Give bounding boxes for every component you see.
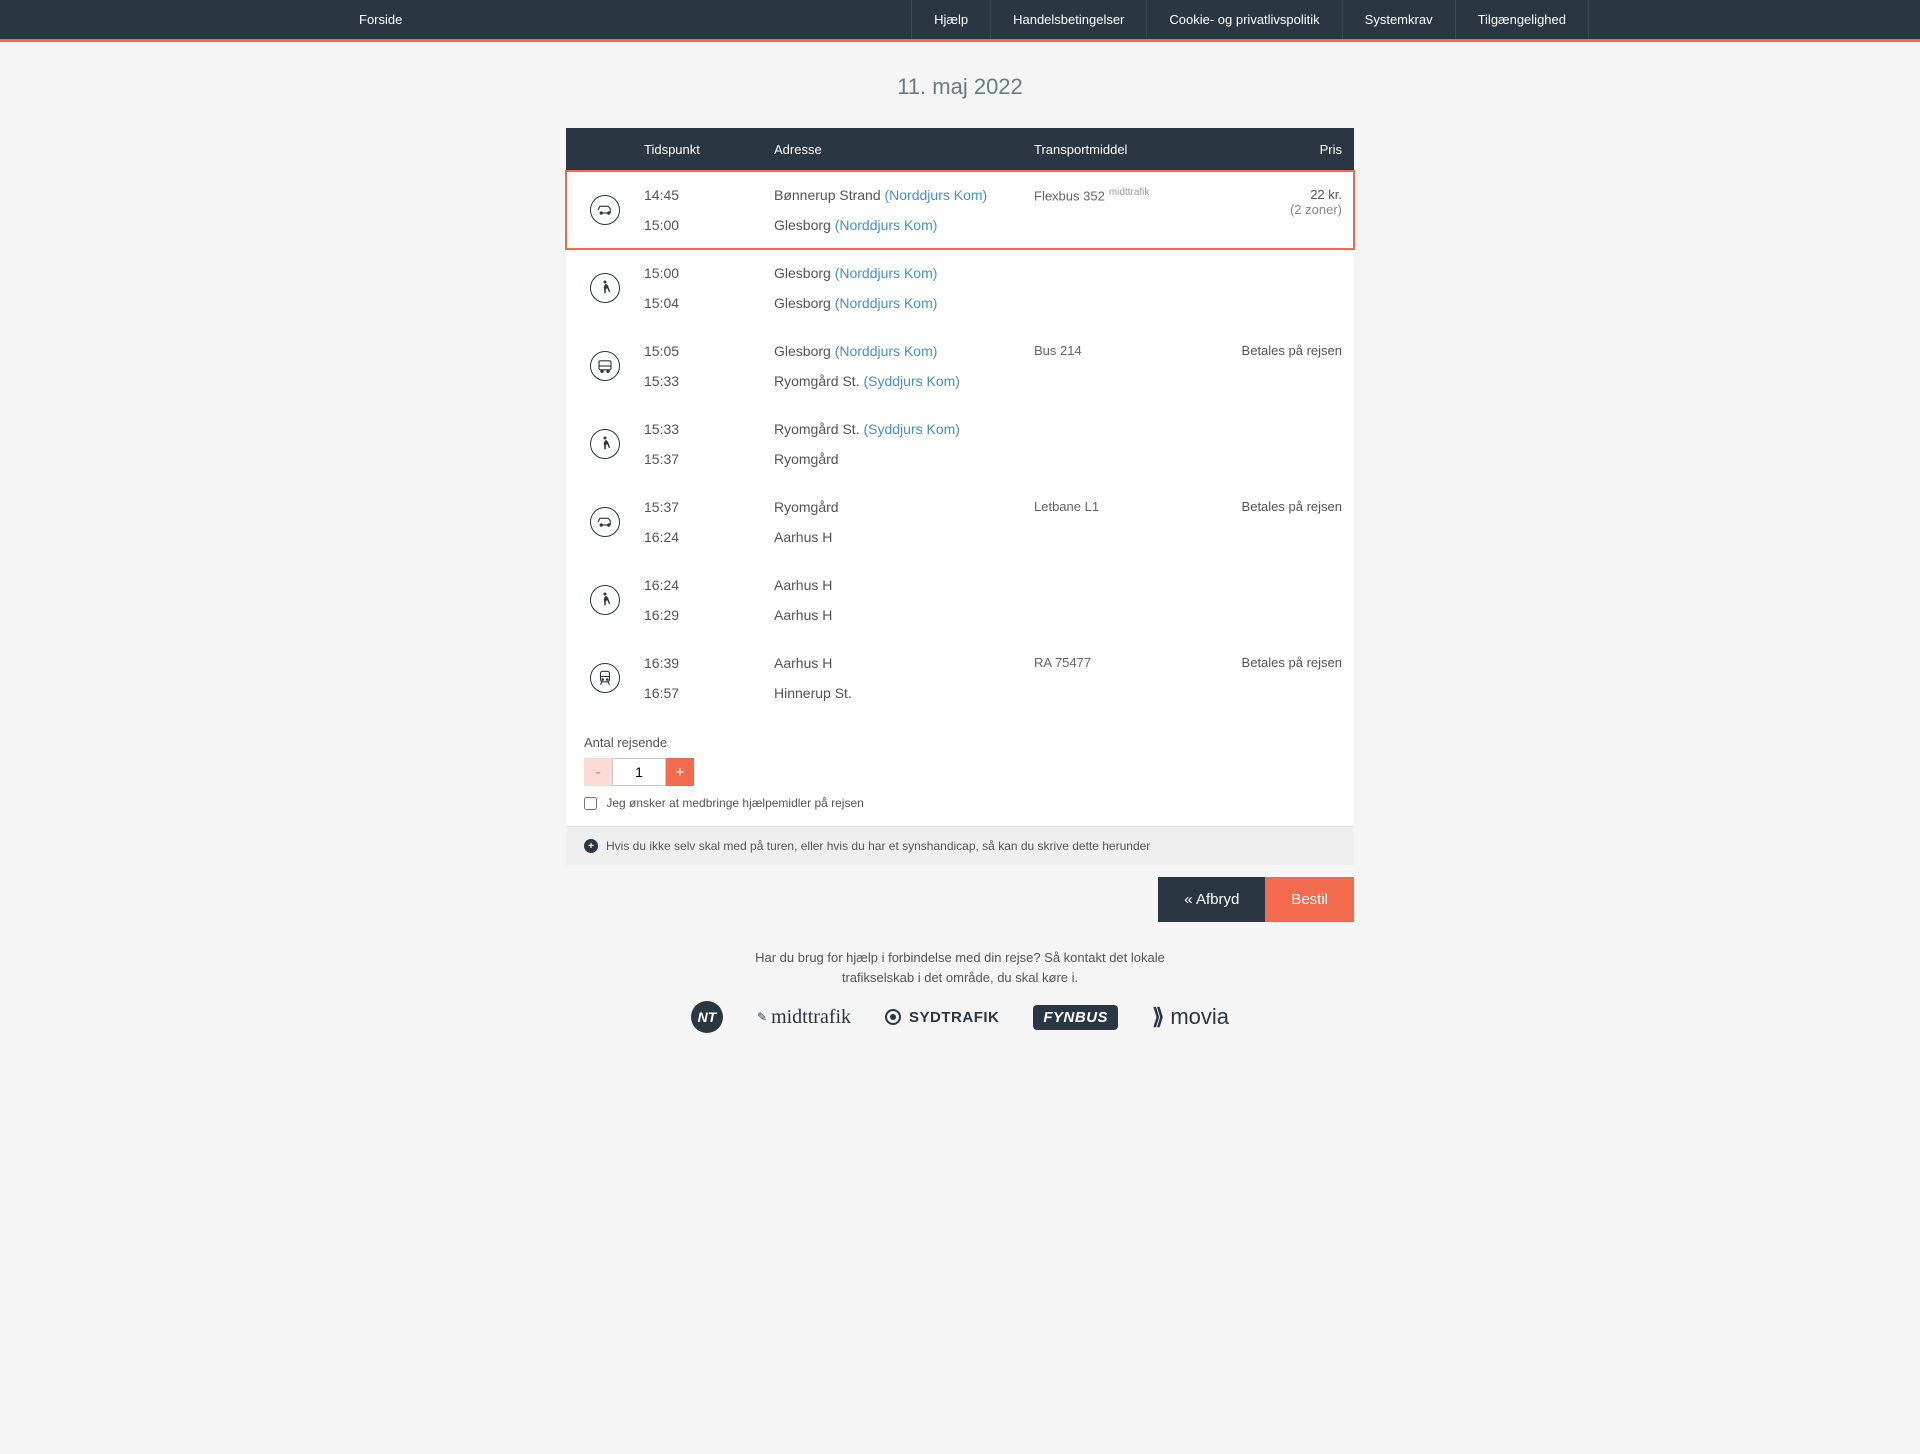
itinerary-table: Tidspunkt Adresse Transportmiddel Pris 1… xyxy=(566,128,1354,717)
itinerary-segment: 15:05Glesborg (Norddjurs Kom)15:33Ryomgå… xyxy=(566,327,1354,405)
plus-circle-icon: + xyxy=(584,839,598,853)
segment-price: Betales på rejsen xyxy=(1224,343,1354,389)
segment-price: Betales på rejsen xyxy=(1224,655,1354,701)
arr-address: Ryomgård St. (Syddjurs Kom) xyxy=(774,373,1034,389)
arr-address: Glesborg (Norddjurs Kom) xyxy=(774,217,1034,233)
disclosure-text: Hvis du ikke selv skal med på turen, ell… xyxy=(606,839,1150,853)
dep-address: Ryomgård St. (Syddjurs Kom) xyxy=(774,421,1034,437)
dep-address: Glesborg (Norddjurs Kom) xyxy=(774,265,1034,281)
transport-operator-logo: midttrafik xyxy=(1109,187,1150,198)
logo-movia[interactable]: ⟫movia xyxy=(1152,1004,1229,1030)
aid-checkbox[interactable] xyxy=(584,797,597,810)
arr-time: 15:00 xyxy=(644,217,774,233)
aid-row: Jeg ønsker at medbringe hjælpemidler på … xyxy=(566,796,1354,826)
itinerary-segment: 15:37Ryomgård 16:24Aarhus H Letbane L1Be… xyxy=(566,483,1354,561)
nav-handel[interactable]: Handelsbetingelser xyxy=(990,0,1146,39)
dep-time: 14:45 xyxy=(644,187,774,203)
top-nav: Forside Hjælp Handelsbetingelser Cookie-… xyxy=(0,0,1920,42)
transport-mode: Letbane L1 xyxy=(1034,499,1224,545)
passenger-minus-button[interactable]: - xyxy=(584,758,612,786)
passenger-section: Antal rejsende - + xyxy=(566,717,1354,796)
dep-time: 16:39 xyxy=(644,655,774,671)
transport-mode xyxy=(1034,577,1224,623)
arr-time: 16:24 xyxy=(644,529,774,545)
itinerary-segment: 14:45Bønnerup Strand (Norddjurs Kom)15:0… xyxy=(566,171,1354,249)
itinerary-segment: 16:39Aarhus H 16:57Hinnerup St. RA 75477… xyxy=(566,639,1354,717)
nav-tilg[interactable]: Tilgængelighed xyxy=(1455,0,1589,39)
nav-system[interactable]: Systemkrav xyxy=(1342,0,1455,39)
logo-nt[interactable]: NT xyxy=(691,1001,723,1033)
arr-time: 16:57 xyxy=(644,685,774,701)
dep-time: 16:24 xyxy=(644,577,774,593)
walk-icon xyxy=(590,585,620,615)
arr-time: 15:33 xyxy=(644,373,774,389)
dep-address: Glesborg (Norddjurs Kom) xyxy=(774,343,1034,359)
arr-address: Glesborg (Norddjurs Kom) xyxy=(774,295,1034,311)
arr-address: Ryomgård xyxy=(774,451,1034,467)
arr-time: 16:29 xyxy=(644,607,774,623)
header-price: Pris xyxy=(1224,142,1354,157)
dep-address: Ryomgård xyxy=(774,499,1034,515)
bus-icon xyxy=(590,351,620,381)
passenger-label: Antal rejsende xyxy=(584,735,1336,750)
itinerary-segment: 15:33Ryomgård St. (Syddjurs Kom)15:37Ryo… xyxy=(566,405,1354,483)
transport-mode: Flexbus 352midttrafik xyxy=(1034,187,1224,233)
header-time: Tidspunkt xyxy=(644,142,774,157)
segment-price: Betales på rejsen xyxy=(1224,499,1354,545)
nav-forside[interactable]: Forside xyxy=(331,0,424,39)
arr-address: Hinnerup St. xyxy=(774,685,1034,701)
arr-address: Aarhus H xyxy=(774,607,1034,623)
arr-address: Aarhus H xyxy=(774,529,1034,545)
dep-address: Aarhus H xyxy=(774,655,1034,671)
cancel-button[interactable]: « Afbryd xyxy=(1158,877,1265,922)
table-header: Tidspunkt Adresse Transportmiddel Pris xyxy=(566,128,1354,171)
aid-label[interactable]: Jeg ønsker at medbringe hjælpemidler på … xyxy=(584,796,864,810)
order-button[interactable]: Bestil xyxy=(1265,877,1354,922)
transport-mode: RA 75477 xyxy=(1034,655,1224,701)
logo-midttrafik[interactable]: ✎midttrafik xyxy=(757,1006,851,1029)
dep-time: 15:37 xyxy=(644,499,774,515)
arr-time: 15:04 xyxy=(644,295,774,311)
dep-address: Bønnerup Strand (Norddjurs Kom) xyxy=(774,187,1034,203)
transport-mode xyxy=(1034,265,1224,311)
header-addr: Adresse xyxy=(774,142,1034,157)
logo-sydtrafik[interactable]: SYDTRAFIK xyxy=(885,1009,999,1026)
disclosure-row[interactable]: + Hvis du ikke selv skal med på turen, e… xyxy=(566,826,1354,865)
footer-help-text: Har du brug for hjælp i forbindelse med … xyxy=(750,922,1170,1001)
dep-time: 15:33 xyxy=(644,421,774,437)
arr-time: 15:37 xyxy=(644,451,774,467)
dep-time: 15:05 xyxy=(644,343,774,359)
header-trans: Transportmiddel xyxy=(1034,142,1224,157)
nav-cookie[interactable]: Cookie- og privatlivspolitik xyxy=(1146,0,1341,39)
transport-mode: Bus 214 xyxy=(1034,343,1224,389)
segment-price xyxy=(1224,577,1354,623)
segment-price xyxy=(1224,265,1354,311)
itinerary-segment: 15:00Glesborg (Norddjurs Kom)15:04Glesbo… xyxy=(566,249,1354,327)
transport-mode xyxy=(1034,421,1224,467)
dep-time: 15:00 xyxy=(644,265,774,281)
segment-price: 22 kr.(2 zoner) xyxy=(1224,187,1354,233)
aid-checkbox-text: Jeg ønsker at medbringe hjælpemidler på … xyxy=(606,796,863,810)
tram-icon xyxy=(590,507,620,537)
action-bar: « Afbryd Bestil xyxy=(566,865,1354,922)
nav-hjaelp[interactable]: Hjælp xyxy=(911,0,990,39)
itinerary-segment: 16:24Aarhus H 16:29Aarhus H xyxy=(566,561,1354,639)
walk-icon xyxy=(590,429,620,459)
minibus-icon xyxy=(590,195,620,225)
walk-icon xyxy=(590,273,620,303)
segment-price xyxy=(1224,421,1354,467)
logo-fynbus[interactable]: FYNBUS xyxy=(1033,1005,1118,1030)
date-title: 11. maj 2022 xyxy=(566,42,1354,128)
passenger-plus-button[interactable]: + xyxy=(666,758,694,786)
passenger-count-input[interactable] xyxy=(612,758,666,786)
train-icon xyxy=(590,663,620,693)
passenger-stepper: - + xyxy=(584,758,1336,786)
partner-logos: NT ✎midttrafik SYDTRAFIK FYNBUS ⟫movia xyxy=(566,1001,1354,1063)
dep-address: Aarhus H xyxy=(774,577,1034,593)
